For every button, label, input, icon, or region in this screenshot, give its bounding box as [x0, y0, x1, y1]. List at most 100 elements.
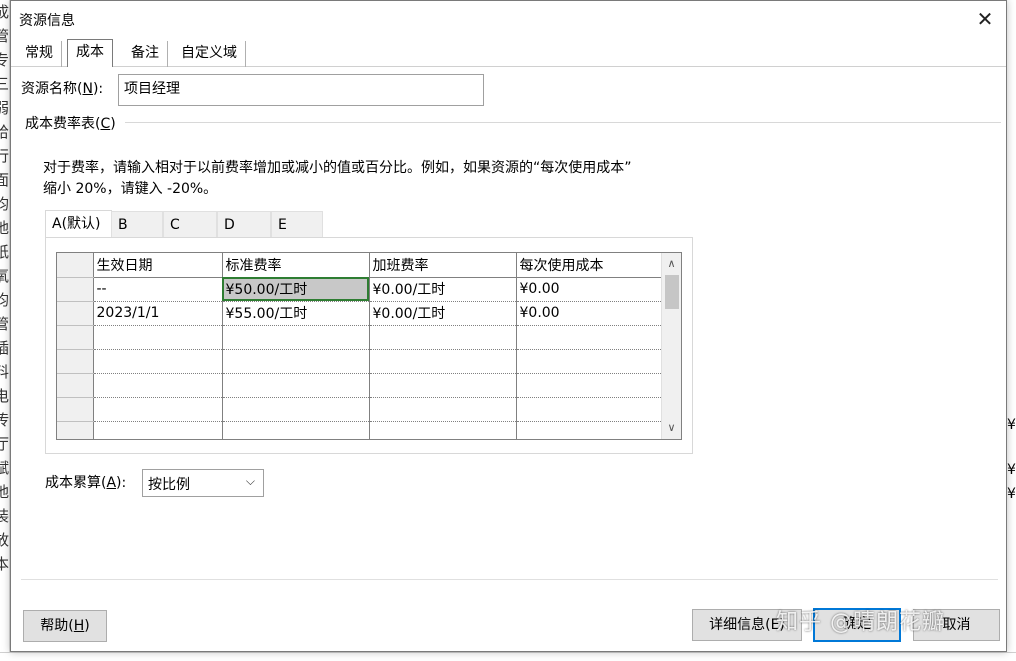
scrollbar-thumb[interactable]: [665, 275, 679, 309]
help-button[interactable]: 帮助(H): [23, 610, 107, 642]
table-row: [57, 373, 664, 398]
rate-tab-c[interactable]: C: [163, 211, 217, 238]
background-cell: ¥(: [1007, 417, 1016, 433]
rate-tab-e[interactable]: E: [271, 211, 323, 238]
tab-general[interactable]: 常规: [17, 41, 62, 67]
grid-scrollbar[interactable]: ∧ ∨: [661, 253, 681, 439]
table-cell[interactable]: ¥0.00: [516, 301, 664, 326]
instruction-text-line1: 对于费率，请输入相对于以前费率增加或减小的值或百分比。例如，如果资源的“每次使用…: [43, 160, 632, 176]
background-cell: ¥(: [1007, 486, 1016, 502]
table-cell[interactable]: [369, 397, 517, 422]
row-header[interactable]: [57, 301, 94, 326]
close-icon[interactable]: ✕: [970, 5, 1000, 33]
background-cell: 三: [0, 75, 10, 93]
background-spreadsheet-left: 成管专三弱给行面均地纸氧均管插料电传厅赋地装放本: [0, 0, 10, 661]
table-cell[interactable]: [93, 421, 223, 439]
table-row: [57, 325, 664, 350]
column-header-effective-date[interactable]: 生效日期: [93, 253, 223, 278]
table-cell[interactable]: [516, 397, 664, 422]
background-cell: 管: [0, 27, 10, 45]
rate-tab-a[interactable]: A(默认): [45, 210, 112, 238]
table-cell[interactable]: ¥0.00: [516, 277, 664, 302]
background-cell: 专: [0, 51, 10, 69]
background-cell: 地: [0, 219, 10, 237]
rate-tab-d[interactable]: D: [217, 211, 271, 238]
dialog-title: 资源信息: [19, 13, 75, 29]
table-cell[interactable]: [516, 325, 664, 350]
table-cell[interactable]: [516, 421, 664, 439]
background-cell: 本: [0, 555, 10, 573]
background-cell: ¥(: [1007, 462, 1016, 478]
tab-notes[interactable]: 备注: [123, 41, 168, 67]
column-header-per-use-cost[interactable]: 每次使用成本: [516, 253, 664, 278]
cost-accrue-select[interactable]: 按比例 ⌵: [142, 469, 264, 497]
cost-accrue-value: 按比例: [148, 477, 190, 493]
cost-accrue-label: 成本累算(A):: [45, 475, 127, 491]
background-cell: 电: [0, 387, 10, 405]
scroll-up-icon[interactable]: ∧: [662, 255, 681, 273]
table-cell[interactable]: [93, 397, 223, 422]
table-cell[interactable]: [369, 421, 517, 439]
background-cell: 地: [0, 483, 10, 501]
dialog-tabs: 常规 成本 备注 自定义域: [11, 39, 1006, 68]
table-cell[interactable]: [222, 421, 370, 439]
table-cell[interactable]: [369, 373, 517, 398]
table-cell[interactable]: [93, 373, 223, 398]
table-cell[interactable]: [222, 349, 370, 374]
table-cell[interactable]: [369, 349, 517, 374]
table-cell[interactable]: [516, 349, 664, 374]
rate-tab-b[interactable]: B: [111, 211, 163, 238]
table-cell[interactable]: ¥0.00/工时: [369, 301, 517, 326]
table-cell[interactable]: --: [93, 277, 223, 302]
table-cell[interactable]: [516, 373, 664, 398]
table-cell[interactable]: 2023/1/1: [93, 301, 223, 326]
resource-name-label: 资源名称(N):: [21, 81, 104, 97]
table-cell[interactable]: ¥0.00/工时: [369, 277, 517, 302]
cost-rate-table: 生效日期 标准费率 加班费率 每次使用成本 -- ¥50.00/工时 ¥0.00/工…: [57, 253, 664, 439]
table-cell[interactable]: [222, 373, 370, 398]
background-spreadsheet-bottom: [0, 652, 1016, 661]
row-header[interactable]: [57, 373, 94, 398]
table-cell[interactable]: [222, 325, 370, 350]
table-cell[interactable]: ¥50.00/工时: [222, 277, 370, 302]
cost-rate-grid: 生效日期 标准费率 加班费率 每次使用成本 -- ¥50.00/工时 ¥0.00/工…: [56, 252, 682, 440]
row-header[interactable]: [57, 349, 94, 374]
background-cell: 厅: [0, 435, 10, 453]
chevron-down-icon[interactable]: ⌵: [246, 474, 255, 489]
background-spreadsheet-right: ¥( ¥( ¥(: [1007, 0, 1016, 661]
background-cell: 放: [0, 531, 10, 549]
background-cell: 管: [0, 315, 10, 333]
watermark: 知乎 @晴朗花瓣: [776, 610, 945, 635]
column-header-overtime-rate[interactable]: 加班费率: [369, 253, 517, 278]
background-cell: 弱: [0, 99, 10, 117]
table-cell[interactable]: ¥55.00/工时: [222, 301, 370, 326]
table-cell[interactable]: [93, 325, 223, 350]
footer-divider: [21, 579, 998, 580]
background-cell: 均: [0, 195, 10, 213]
row-header-corner[interactable]: [57, 253, 94, 278]
background-cell: 赋: [0, 459, 10, 477]
background-cell: 纸: [0, 243, 10, 261]
table-cell[interactable]: [93, 349, 223, 374]
table-cell[interactable]: [222, 397, 370, 422]
row-header[interactable]: [57, 421, 94, 439]
title-bar: 资源信息 ✕: [11, 1, 1006, 37]
tab-cost[interactable]: 成本: [67, 39, 113, 68]
tab-custom-fields[interactable]: 自定义域: [173, 41, 246, 67]
background-cell: 行: [0, 147, 10, 165]
row-header[interactable]: [57, 277, 94, 302]
resource-info-dialog: 资源信息 ✕ 常规 成本 备注 自定义域 资源名称(N): 项目经理 成本费率表…: [10, 0, 1007, 652]
column-header-standard-rate[interactable]: 标准费率: [222, 253, 370, 278]
table-cell[interactable]: [369, 325, 517, 350]
scroll-down-icon[interactable]: ∨: [662, 419, 681, 437]
table-row: [57, 349, 664, 374]
background-cell: 插: [0, 339, 10, 357]
table-row: 2023/1/1 ¥55.00/工时 ¥0.00/工时 ¥0.00: [57, 301, 664, 326]
row-header[interactable]: [57, 397, 94, 422]
background-cell: 装: [0, 507, 10, 525]
resource-name-field[interactable]: 项目经理: [118, 74, 484, 106]
background-cell: 面: [0, 171, 10, 189]
row-header[interactable]: [57, 325, 94, 350]
background-cell: 均: [0, 291, 10, 309]
table-row: [57, 421, 664, 439]
